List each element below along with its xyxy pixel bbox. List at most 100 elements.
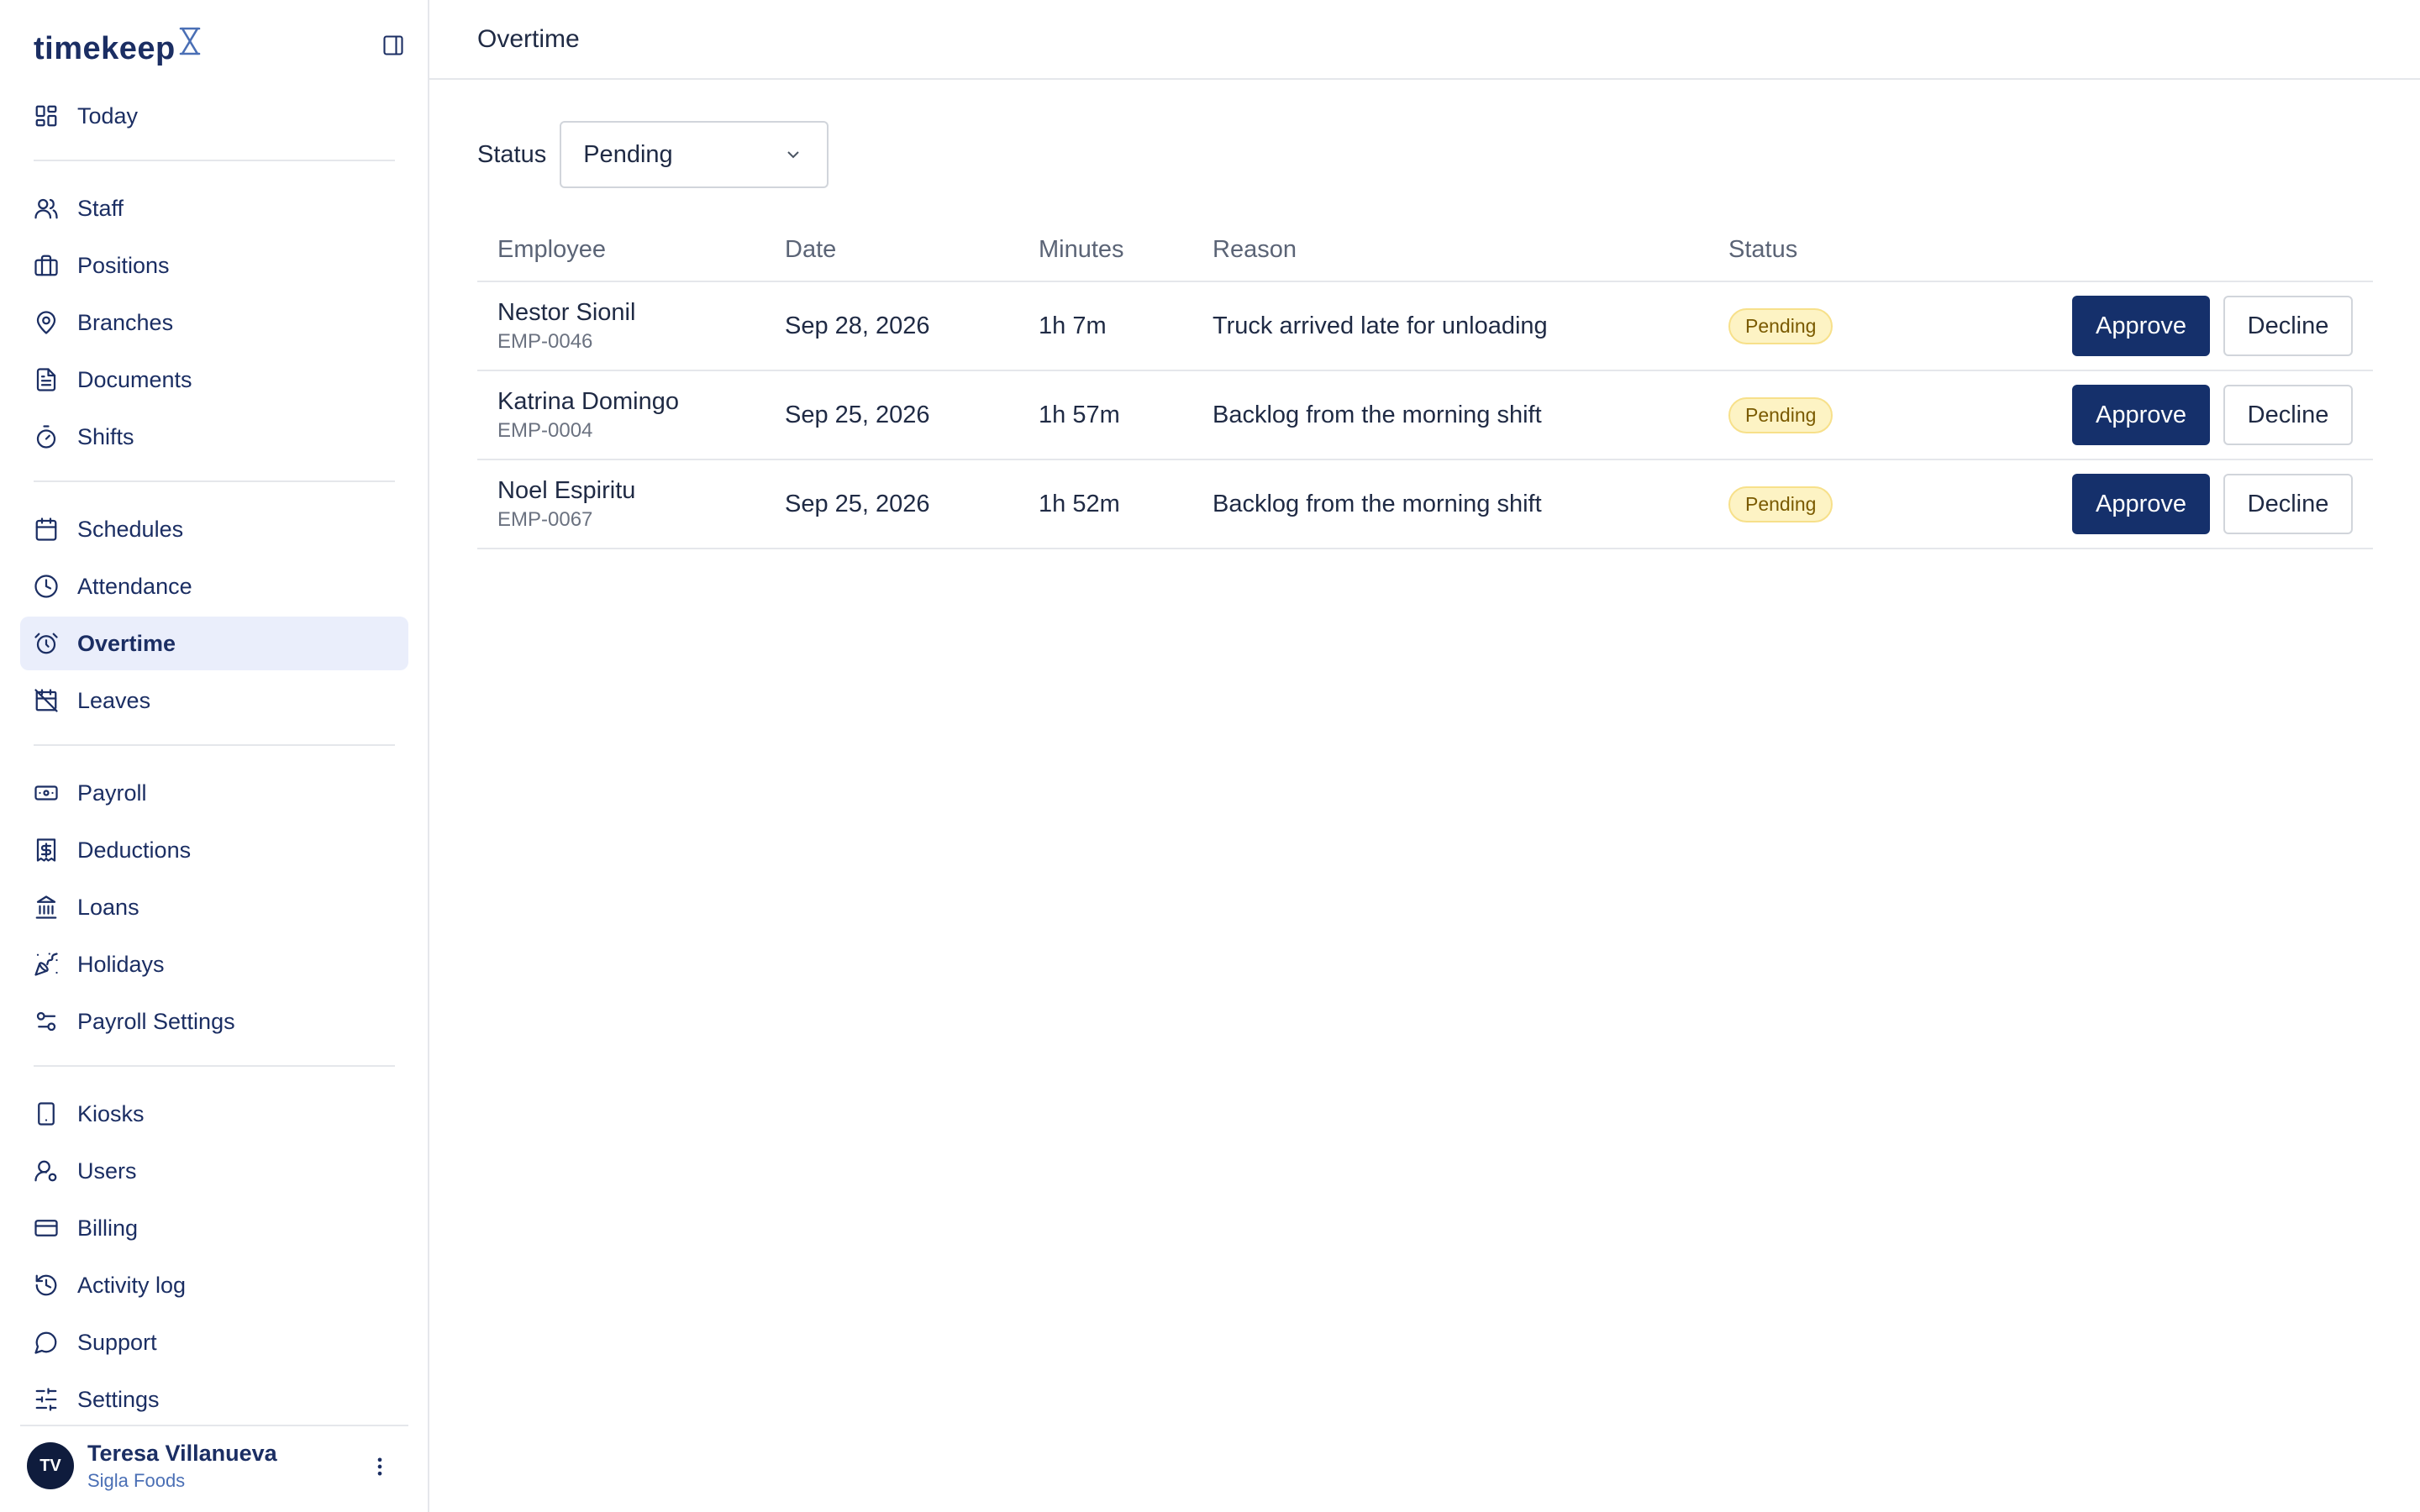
brand-logo[interactable]: timekeep xyxy=(34,25,203,72)
main-content: Overtime Status Pending Employee Date Mi… xyxy=(429,0,2420,1512)
user-cog-icon xyxy=(34,1158,59,1184)
decline-button[interactable]: Decline xyxy=(2223,474,2353,534)
status-cell: Pending xyxy=(1728,307,2054,344)
user-info: Teresa Villanueva Sigla Foods xyxy=(87,1441,277,1492)
employee-id: EMP-0067 xyxy=(497,507,593,531)
status-filter-label: Status xyxy=(477,140,547,168)
sidebar-item-payroll-settings[interactable]: Payroll Settings xyxy=(20,995,408,1048)
sidebar-item-settings[interactable]: Settings xyxy=(20,1373,408,1426)
sidebar-item-activity-log[interactable]: Activity log xyxy=(20,1258,408,1312)
party-popper-icon xyxy=(34,952,59,977)
sidebar-item-shifts[interactable]: Shifts xyxy=(20,410,408,464)
employee-id: EMP-0004 xyxy=(497,418,593,442)
employee-cell: Katrina Domingo EMP-0004 xyxy=(477,388,785,443)
dashboard-icon xyxy=(34,103,59,129)
nav-divider xyxy=(34,160,395,161)
sidebar-item-schedules[interactable]: Schedules xyxy=(20,502,408,556)
nav-divider xyxy=(34,1065,395,1067)
clock-icon xyxy=(34,574,59,599)
sidebar-item-loans[interactable]: Loans xyxy=(20,880,408,934)
employee-id: EMP-0046 xyxy=(497,329,593,353)
minutes-cell: 1h 52m xyxy=(1039,490,1120,517)
sidebar-item-payroll[interactable]: Payroll xyxy=(20,766,408,820)
sidebar-item-attendance[interactable]: Attendance xyxy=(20,559,408,613)
topbar: Overtime xyxy=(429,0,2420,80)
sidebar-item-holidays[interactable]: Holidays xyxy=(20,937,408,991)
chat-bubble-icon xyxy=(34,1330,59,1355)
sidebar-item-kiosks[interactable]: Kiosks xyxy=(20,1087,408,1141)
employee-name: Nestor Sionil xyxy=(497,298,636,326)
user-menu-button[interactable] xyxy=(365,1452,395,1482)
bank-icon xyxy=(34,895,59,920)
employee-cell: Noel Espiritu EMP-0067 xyxy=(477,477,785,532)
approve-button[interactable]: Approve xyxy=(2072,296,2210,356)
user-card[interactable]: TV Teresa Villanueva Sigla Foods xyxy=(20,1425,408,1505)
sidebar-item-deductions[interactable]: Deductions xyxy=(20,823,408,877)
calendar-icon xyxy=(34,517,59,542)
settings-sliders-icon xyxy=(34,1387,59,1412)
sidebar-item-label: Positions xyxy=(77,252,170,278)
date-cell: Sep 25, 2026 xyxy=(785,490,930,517)
sidebar-item-label: Overtime xyxy=(77,630,176,656)
brand-name: timekeep xyxy=(34,31,176,66)
sidebar-item-today[interactable]: Today xyxy=(20,89,408,143)
decline-button[interactable]: Decline xyxy=(2223,385,2353,445)
calendar-off-icon xyxy=(34,688,59,713)
user-name: Teresa Villanueva xyxy=(87,1440,277,1466)
column-header-minutes: Minutes xyxy=(1039,235,1124,263)
decline-button[interactable]: Decline xyxy=(2223,296,2353,356)
sidebar-nav: Today Staff Positions Branches Documents Shif… xyxy=(20,89,408,1430)
alarm-clock-icon xyxy=(34,631,59,656)
receipt-dollar-icon xyxy=(34,837,59,863)
employee-name: Katrina Domingo xyxy=(497,387,679,415)
sidebar-item-label: Leaves xyxy=(77,687,151,713)
sidebar-item-label: Shifts xyxy=(77,423,134,449)
status-filter: Status Pending xyxy=(477,121,829,188)
app-shell: timekeep Today Staff Positions Branches Docu… xyxy=(0,0,2420,1512)
sidebar-item-label: Branches xyxy=(77,309,174,335)
sidebar-item-overtime[interactable]: Overtime xyxy=(20,617,408,670)
sidebar-toggle-button[interactable] xyxy=(380,32,407,59)
sidebar: timekeep Today Staff Positions Branches Docu… xyxy=(0,0,429,1512)
more-vertical-icon xyxy=(377,1457,382,1476)
column-header-status: Status xyxy=(1728,235,1798,263)
reason-cell: Backlog from the morning shift xyxy=(1213,490,1542,517)
actions-cell: Approve Decline xyxy=(2054,385,2373,445)
status-select[interactable]: Pending xyxy=(560,121,829,188)
map-pin-icon xyxy=(34,310,59,335)
sidebar-item-label: Payroll Settings xyxy=(77,1008,235,1034)
nav-divider xyxy=(34,744,395,746)
sidebar-item-branches[interactable]: Branches xyxy=(20,296,408,349)
sidebar-item-label: Schedules xyxy=(77,516,184,542)
sidebar-item-billing[interactable]: Billing xyxy=(20,1201,408,1255)
approve-button[interactable]: Approve xyxy=(2072,385,2210,445)
document-icon xyxy=(34,367,59,392)
table-header: Employee Date Minutes Reason Status xyxy=(477,218,2373,282)
sidebar-panel-icon xyxy=(383,35,403,55)
sidebar-item-label: Kiosks xyxy=(77,1100,145,1126)
date-cell: Sep 28, 2026 xyxy=(785,312,930,339)
sidebar-item-leaves[interactable]: Leaves xyxy=(20,674,408,727)
approve-button[interactable]: Approve xyxy=(2072,474,2210,534)
overtime-table: Employee Date Minutes Reason Status Nest… xyxy=(477,218,2373,549)
sidebar-item-positions[interactable]: Positions xyxy=(20,239,408,292)
sidebar-item-users[interactable]: Users xyxy=(20,1144,408,1198)
sidebar-item-staff[interactable]: Staff xyxy=(20,181,408,235)
avatar: TV xyxy=(27,1442,74,1489)
sliders-icon xyxy=(34,1009,59,1034)
column-header-reason: Reason xyxy=(1213,235,1297,263)
date-cell: Sep 25, 2026 xyxy=(785,401,930,428)
chevron-down-icon xyxy=(787,151,799,159)
sidebar-item-support[interactable]: Support xyxy=(20,1315,408,1369)
status-badge: Pending xyxy=(1728,486,1833,522)
table-row: Nestor Sionil EMP-0046 Sep 28, 2026 1h 7… xyxy=(477,282,2373,371)
sidebar-item-label: Staff xyxy=(77,195,124,221)
minutes-cell: 1h 7m xyxy=(1039,312,1107,339)
reason-cell: Truck arrived late for unloading xyxy=(1213,312,1548,339)
sidebar-item-documents[interactable]: Documents xyxy=(20,353,408,407)
sidebar-item-label: Billing xyxy=(77,1215,139,1241)
sidebar-item-label: Support xyxy=(77,1329,157,1355)
status-badge: Pending xyxy=(1728,307,1833,344)
sidebar-item-label: Holidays xyxy=(77,951,165,977)
credit-card-icon xyxy=(34,1215,59,1241)
